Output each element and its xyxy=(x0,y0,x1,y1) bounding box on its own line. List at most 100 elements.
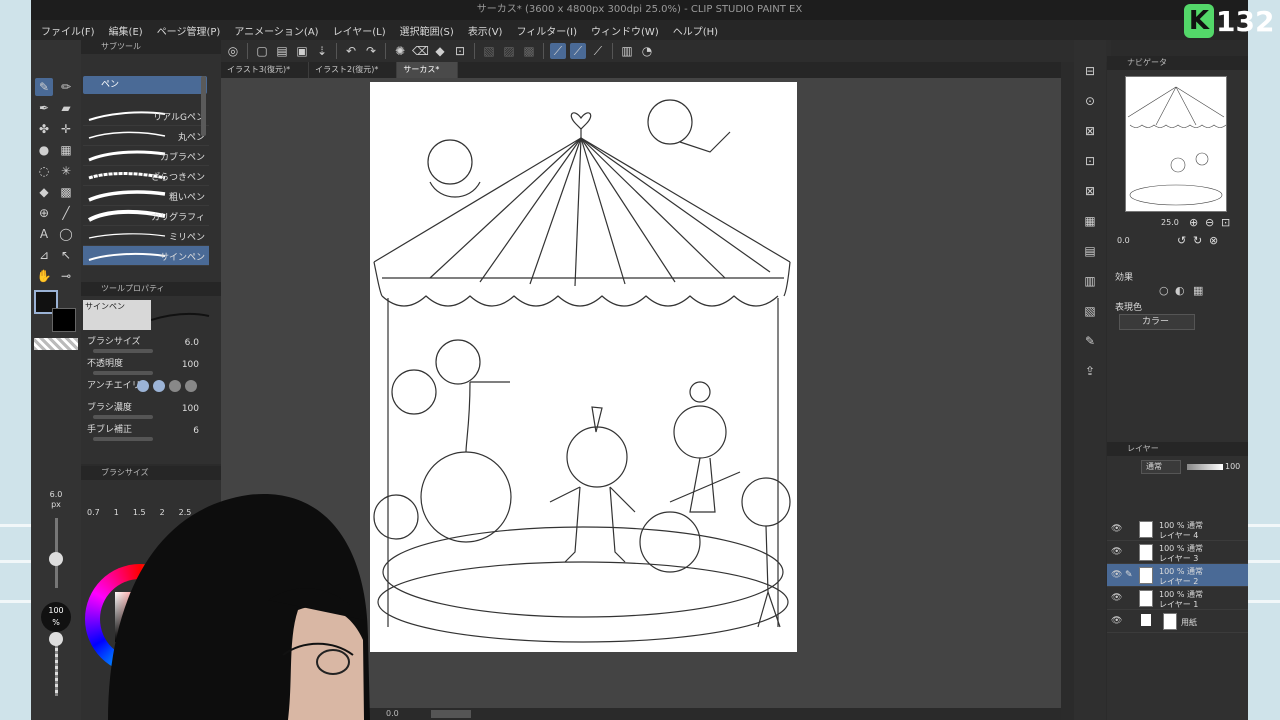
clear-icon[interactable]: ⌫ xyxy=(412,43,429,59)
tab-circus[interactable]: サーカス* xyxy=(397,62,459,78)
layer-row[interactable]: 👁 100 % 通常 レイヤー 3 xyxy=(1107,541,1248,564)
hand-tool-icon[interactable]: ✋ xyxy=(35,267,53,285)
menu-window[interactable]: ウィンドウ(W) xyxy=(587,23,669,38)
brush-row-kabura-pen[interactable]: カブラペン xyxy=(83,146,209,166)
auto-action-icon[interactable]: ▧ xyxy=(1081,302,1099,320)
prop-slider[interactable] xyxy=(93,349,153,353)
opacity-slider-thumb[interactable] xyxy=(49,632,63,646)
fill-tool-icon[interactable]: ◆ xyxy=(35,183,53,201)
prop-value[interactable]: 6 xyxy=(193,426,199,436)
menu-file[interactable]: ファイル(F) xyxy=(37,23,105,38)
tone-effect-icon[interactable]: ◐ xyxy=(1175,284,1185,297)
prop-value[interactable]: 6.0 xyxy=(185,338,199,348)
antialias-mid-icon[interactable] xyxy=(169,380,181,392)
prop-opacity[interactable]: 不透明度 100 xyxy=(87,356,215,376)
grid-icon[interactable]: ▦ xyxy=(1081,212,1099,230)
rotate-left-icon[interactable]: ↺ xyxy=(1177,234,1186,247)
correct-line-tool-icon[interactable]: ⊿ xyxy=(35,246,53,264)
decoration-tool-icon[interactable]: ✤ xyxy=(35,120,53,138)
snap-ruler-icon[interactable]: ⟋ xyxy=(550,43,566,59)
navigator-zoom-value[interactable]: 25.0 xyxy=(1161,218,1179,227)
redo-icon[interactable]: ↷ xyxy=(363,43,379,59)
menu-edit[interactable]: 編集(E) xyxy=(105,23,153,38)
antialias-strong-icon[interactable] xyxy=(185,380,197,392)
eyedropper-tool-icon[interactable]: ⊸ xyxy=(57,267,75,285)
layer-row[interactable]: 👁 100 % 通常 レイヤー 4 xyxy=(1107,518,1248,541)
layer-opacity-value[interactable]: 100 xyxy=(1225,462,1240,471)
open-file-icon[interactable]: ▤ xyxy=(274,43,290,59)
selection-tool-icon[interactable]: ▦ xyxy=(57,141,75,159)
tab-illust2[interactable]: イラスト2(復元)* xyxy=(309,62,398,78)
menu-layer[interactable]: レイヤー(L) xyxy=(329,23,396,38)
prop-brush-density[interactable]: ブラシ濃度 100 xyxy=(87,400,215,420)
border-effect-icon[interactable]: ○ xyxy=(1159,284,1169,297)
export-icon[interactable]: ⇣ xyxy=(314,43,330,59)
blend-mode-select[interactable]: 通常 xyxy=(1141,460,1181,474)
loading-icon[interactable]: ✺ xyxy=(392,43,408,59)
fill-icon[interactable]: ◆ xyxy=(432,43,448,59)
visibility-eye-icon[interactable]: 👁 xyxy=(1111,547,1122,557)
deselect-icon[interactable]: ▧ xyxy=(481,43,497,59)
undo-icon[interactable]: ↶ xyxy=(343,43,359,59)
subtool-scrollbar[interactable] xyxy=(201,76,206,136)
visibility-eye-icon[interactable]: 👁 xyxy=(1111,616,1122,626)
prop-value[interactable]: 100 xyxy=(182,360,199,370)
balloon-tool-icon[interactable]: ◯ xyxy=(57,225,75,243)
figure-tool-icon[interactable]: ⊕ xyxy=(35,204,53,222)
layer-row[interactable]: 👁 100 % 通常 レイヤー 1 xyxy=(1107,587,1248,610)
layer-row-active[interactable]: 👁 ✎ 100 % 通常 レイヤー 2 xyxy=(1107,564,1248,587)
clip-studio-icon[interactable]: ◎ xyxy=(225,43,241,59)
visibility-eye-icon[interactable]: 👁 xyxy=(1111,593,1122,603)
brush-row-milli-pen[interactable]: ミリペン xyxy=(83,226,209,246)
share-icon[interactable]: ⇪ xyxy=(1081,362,1099,380)
brush-row-coarse-pen[interactable]: 粗いペン xyxy=(83,186,209,206)
menu-filter[interactable]: フィルター(I) xyxy=(512,23,587,38)
brush-row-calligraphy[interactable]: カリグラフィ xyxy=(83,206,209,226)
text-tool-icon[interactable]: A xyxy=(35,225,53,243)
prop-brush-size[interactable]: ブラシサイズ 6.0 xyxy=(87,334,215,354)
lasso-tool-icon[interactable]: ◌ xyxy=(35,162,53,180)
transform-icon[interactable]: ⊡ xyxy=(452,43,468,59)
new-file-icon[interactable]: ▢ xyxy=(254,43,270,59)
crop-icon[interactable]: ▨ xyxy=(501,43,517,59)
edit-icon[interactable]: ✎ xyxy=(1081,332,1099,350)
operation-tool-icon[interactable]: ↖ xyxy=(57,246,75,264)
line-tool-icon[interactable]: ╱ xyxy=(57,204,75,222)
gradient-tool-icon[interactable]: ▩ xyxy=(57,183,75,201)
brush-size-slider-thumb[interactable] xyxy=(49,552,63,566)
brush-tool-icon[interactable]: ✒ xyxy=(35,99,53,117)
brush-row-sign-pen[interactable]: サインペン xyxy=(83,246,209,266)
status-zoom-slider[interactable] xyxy=(431,710,471,718)
settings-icon[interactable]: ▥ xyxy=(619,43,635,59)
search-icon[interactable]: ⊙ xyxy=(1081,92,1099,110)
menu-page[interactable]: ページ管理(P) xyxy=(153,23,231,38)
blend-tool-icon[interactable]: ● xyxy=(35,141,53,159)
tab-illust3[interactable]: イラスト3(復元)* xyxy=(221,62,310,78)
navigator-thumbnail[interactable] xyxy=(1125,76,1227,212)
subtool-group-pen[interactable]: ペン xyxy=(83,76,207,94)
menu-selection[interactable]: 選択範囲(S) xyxy=(396,23,464,38)
camera-icon[interactable]: ⊡ xyxy=(1081,152,1099,170)
prop-slider[interactable] xyxy=(93,415,153,419)
magic-wand-icon[interactable]: ✳ xyxy=(57,162,75,180)
companion-icon[interactable]: ◔ xyxy=(639,43,655,59)
prop-slider[interactable] xyxy=(93,371,153,375)
menu-animation[interactable]: アニメーション(A) xyxy=(230,23,328,38)
transparent-color-swatch[interactable] xyxy=(34,338,78,350)
layer-opacity-slider[interactable] xyxy=(1187,464,1223,470)
snap-special-ruler-icon[interactable]: ⟋ xyxy=(570,43,586,59)
material-icon[interactable]: ⊠ xyxy=(1081,122,1099,140)
visibility-eye-icon[interactable]: 👁 xyxy=(1111,524,1122,534)
history-icon[interactable]: ▥ xyxy=(1081,272,1099,290)
pen-tool-icon[interactable]: ✎ xyxy=(35,78,53,96)
snap-grid-icon[interactable]: ⟋ xyxy=(590,43,606,59)
eraser-tool-icon[interactable]: ▰ xyxy=(57,99,75,117)
layer-property-icon[interactable]: ▤ xyxy=(1081,242,1099,260)
zoom-out-icon[interactable]: ⊖ xyxy=(1205,216,1214,229)
pencil-tool-icon[interactable]: ✏ xyxy=(57,78,75,96)
pattern-effect-icon[interactable]: ▦ xyxy=(1193,284,1203,297)
close-panel-icon[interactable]: ⊠ xyxy=(1081,182,1099,200)
layer-row-paper[interactable]: 👁 用紙 xyxy=(1107,610,1248,633)
menu-view[interactable]: 表示(V) xyxy=(464,23,513,38)
invert-selection-icon[interactable]: ▩ xyxy=(521,43,537,59)
